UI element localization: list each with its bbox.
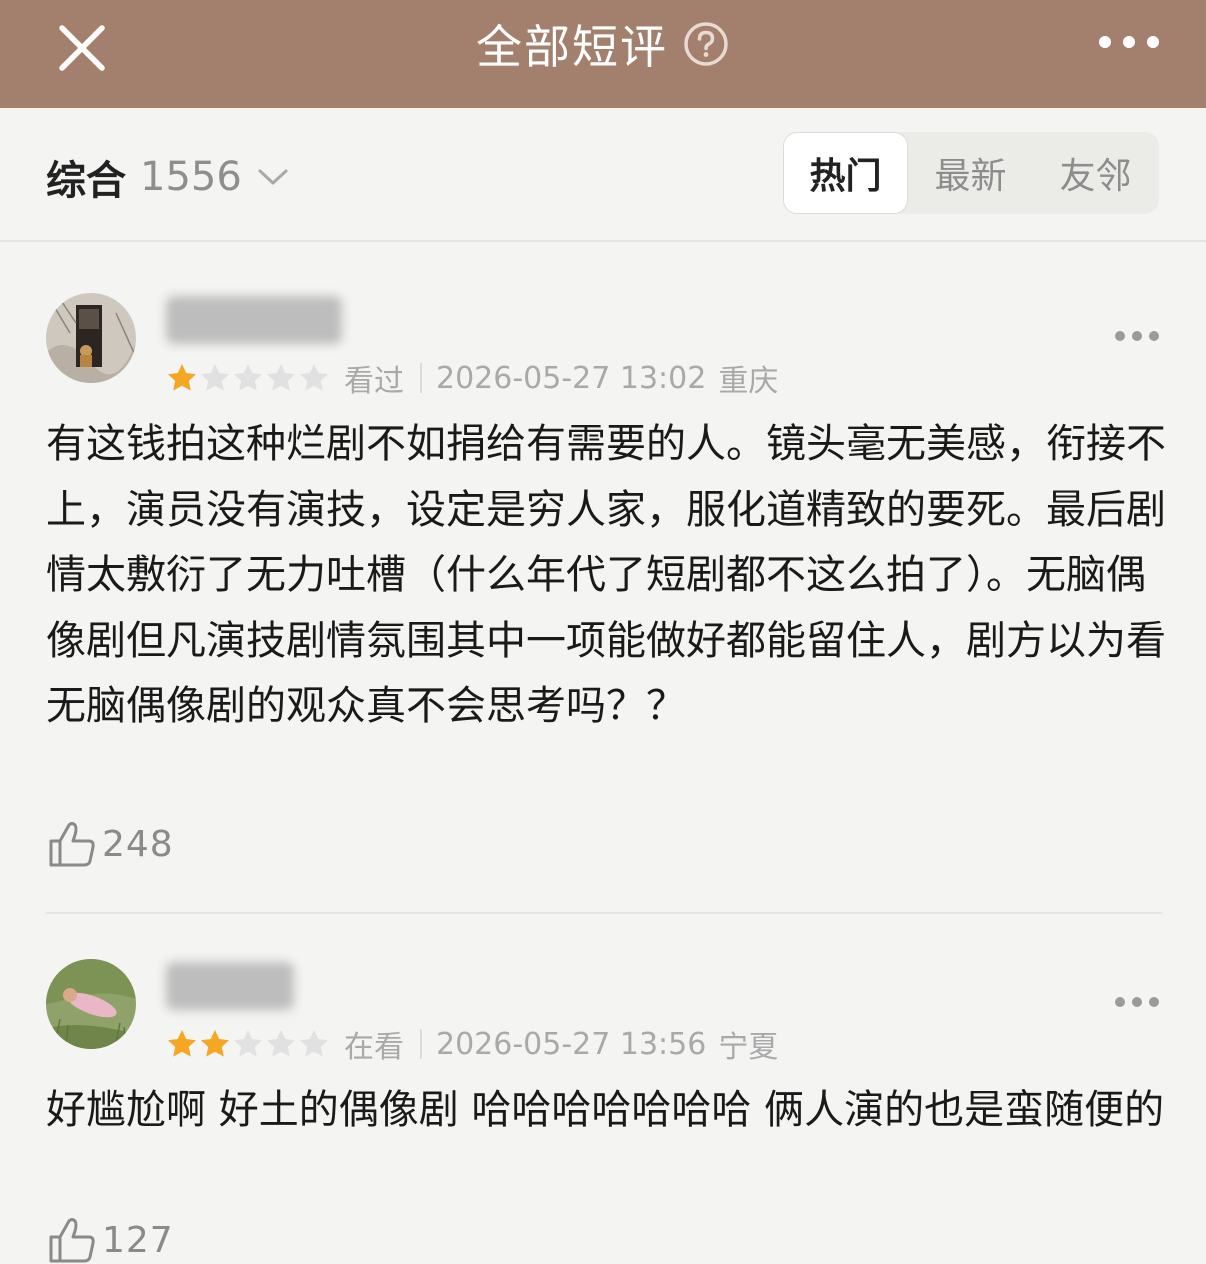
more-options-icon[interactable] [1114, 995, 1160, 1009]
thumbs-up-icon [49, 822, 95, 867]
avatar[interactable] [46, 293, 136, 383]
star-empty-icon [234, 1030, 262, 1057]
review-meta: 在看 2026-05-27 13:56 宁夏 [166, 1022, 778, 1066]
like-count: 248 [102, 823, 174, 865]
star-empty-icon [201, 364, 229, 391]
meta-divider [420, 363, 422, 393]
sort-label: 综合 [46, 158, 126, 204]
review-text: 有这钱拍这种烂剧不如捐给有需要的人。镜头毫无美感，衔接不上，演员没有演技，设定是… [46, 421, 1166, 729]
tab-friends[interactable]: 友邻 [1033, 132, 1158, 214]
star-rating [166, 362, 330, 394]
star-rating [166, 1028, 330, 1060]
star-filled-icon [168, 1030, 196, 1057]
star-filled-icon [201, 1030, 229, 1057]
review-meta: 看过 2026-05-27 13:02 重庆 [166, 356, 778, 400]
review-count: 1556 [140, 154, 242, 200]
review-divider [46, 912, 1162, 914]
star-filled-icon [168, 364, 196, 391]
meta-divider [420, 1029, 422, 1059]
avatar[interactable] [46, 959, 136, 1049]
review-datetime: 2026-05-27 13:02 [436, 360, 707, 396]
star-empty-icon [234, 364, 262, 391]
review-datetime: 2026-05-27 13:56 [436, 1026, 707, 1062]
filter-bar: 综合 1556 热门 最新 友邻 [0, 108, 1206, 242]
star-empty-icon [267, 1030, 295, 1057]
username-blurred[interactable] [166, 296, 342, 344]
more-options-icon[interactable] [1114, 329, 1160, 343]
title-group: 全部短评 [0, 14, 1206, 74]
tab-group: 热门 最新 友邻 [783, 132, 1159, 214]
star-empty-icon [267, 364, 295, 391]
page-title: 全部短评 [476, 20, 668, 74]
watch-status: 在看 [344, 1030, 404, 1065]
star-empty-icon [300, 1030, 328, 1057]
like-button[interactable]: 248 [48, 820, 174, 868]
tab-hot[interactable]: 热门 [783, 132, 908, 214]
review-text: 好尴尬啊 好土的偶像剧 哈哈哈哈哈哈哈 俩人演的也是蛮随便的 [46, 1087, 1165, 1133]
watch-status: 看过 [344, 364, 404, 399]
thumbs-up-icon [49, 1218, 95, 1263]
top-bar: 全部短评 [0, 0, 1206, 108]
like-button[interactable]: 127 [48, 1216, 174, 1264]
more-icon[interactable] [1096, 28, 1162, 56]
username-blurred[interactable] [166, 962, 294, 1010]
like-count: 127 [102, 1219, 174, 1261]
sort-dropdown[interactable]: 综合 1556 [46, 148, 290, 206]
review-location: 宁夏 [718, 1030, 779, 1065]
review-location: 重庆 [718, 364, 779, 399]
help-icon[interactable] [682, 20, 730, 68]
tab-latest[interactable]: 最新 [908, 132, 1033, 214]
chevron-down-icon [258, 169, 288, 185]
star-empty-icon [300, 364, 328, 391]
